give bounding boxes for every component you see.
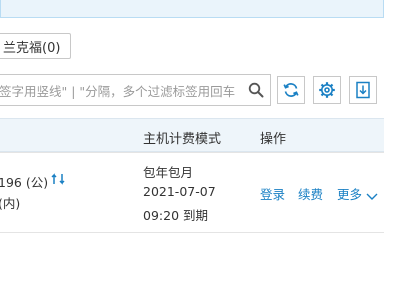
expire-date: 2021-07-07: [143, 184, 216, 199]
search-input[interactable]: 签字用竖线" | "分隔，多个过滤标签用回车: [0, 74, 271, 106]
refresh-icon: [283, 83, 299, 97]
swap-icon[interactable]: [50, 171, 66, 190]
notice-banner: [0, 0, 384, 18]
column-header-actions: 操作: [260, 132, 287, 147]
row-divider: [0, 152, 384, 153]
billing-mode: 包年包月: [143, 165, 194, 180]
row-divider: [0, 232, 384, 233]
download-icon: [356, 81, 370, 99]
more-label: 更多: [337, 187, 363, 202]
refresh-button[interactable]: [277, 76, 305, 104]
region-tab-frankfurt[interactable]: 兰克福(0): [0, 33, 72, 59]
chevron-down-icon: [366, 193, 378, 200]
gear-icon: [319, 82, 335, 98]
login-link[interactable]: 登录: [260, 184, 285, 203]
renew-link[interactable]: 续费: [298, 184, 323, 203]
settings-button[interactable]: [313, 76, 341, 104]
download-button[interactable]: [349, 76, 377, 104]
expire-time: 09:20 到期: [143, 208, 208, 223]
ip-private: (内): [0, 196, 21, 211]
column-header-billing-mode[interactable]: 主机计费模式: [143, 128, 221, 147]
table-header: 主机计费模式 操作: [0, 118, 384, 152]
search-placeholder: 签字用竖线" | "分隔，多个过滤标签用回车: [0, 83, 236, 99]
search-icon[interactable]: [242, 75, 270, 105]
more-dropdown[interactable]: 更多: [337, 184, 378, 203]
region-tab-label: 兰克福(0): [3, 40, 61, 56]
ip-public: 196 (公): [0, 175, 49, 190]
